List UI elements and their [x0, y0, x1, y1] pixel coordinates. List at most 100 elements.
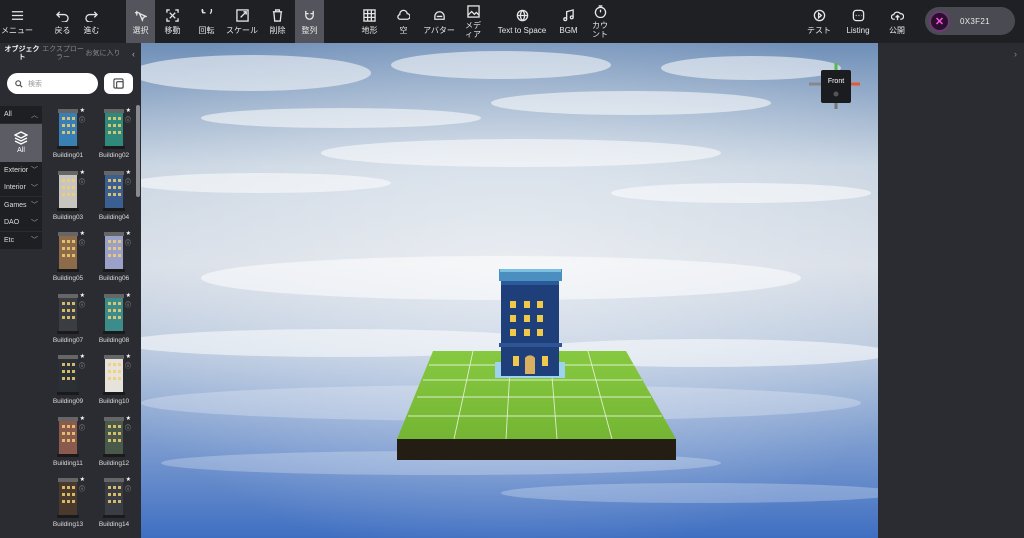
- object-item[interactable]: ★ ⓘ Building04: [91, 167, 137, 229]
- building-thumbnail: [57, 109, 79, 149]
- object-list-scrollbar[interactable]: [136, 105, 140, 197]
- select-tool-button[interactable]: 選択: [126, 0, 155, 43]
- object-item[interactable]: ★ ⓘ Building05: [45, 228, 91, 290]
- favorite-star-icon[interactable]: ★: [80, 169, 85, 176]
- object-item[interactable]: ★ ⓘ Building01: [45, 105, 91, 167]
- object-item[interactable]: ★ ⓘ Building13: [45, 474, 91, 536]
- info-icon[interactable]: ⓘ: [125, 484, 131, 493]
- category-etc[interactable]: Etc ﹀: [0, 231, 42, 249]
- building-thumbnail: [103, 478, 125, 518]
- object-grid: ★ ⓘ Building01 ★ ⓘ Building02 ★ ⓘ Building03 ★ ⓘ Bu…: [45, 105, 137, 535]
- object-item[interactable]: ★ ⓘ Building09: [45, 351, 91, 413]
- favorite-star-icon[interactable]: ★: [80, 107, 85, 114]
- object-item[interactable]: ★ ⓘ Building02: [91, 105, 137, 167]
- test-label: テスト: [807, 25, 831, 35]
- wallet-avatar-icon: ✕: [929, 10, 950, 32]
- expand-panel-icon[interactable]: ›: [1014, 49, 1017, 59]
- category-all-selected[interactable]: All: [0, 123, 42, 162]
- redo-label: 進む: [83, 25, 100, 35]
- favorite-star-icon[interactable]: ★: [80, 476, 85, 483]
- object-item[interactable]: ★ ⓘ Building14: [91, 474, 137, 536]
- info-icon[interactable]: ⓘ: [79, 423, 85, 432]
- object-item-name: Building05: [52, 275, 84, 282]
- cursor-icon: [134, 9, 148, 23]
- terrain-label: 地形: [361, 25, 378, 35]
- wallet-button[interactable]: ✕ 0X3F21: [925, 7, 1015, 35]
- tab-favorites[interactable]: お気に入り: [84, 50, 122, 58]
- favorite-star-icon[interactable]: ★: [126, 353, 131, 360]
- info-icon[interactable]: ⓘ: [125, 300, 131, 309]
- chevron-down-icon: ﹀: [31, 219, 38, 227]
- building-thumbnail: [103, 355, 125, 395]
- building-thumbnail: [57, 293, 79, 334]
- info-icon[interactable]: ⓘ: [125, 423, 131, 432]
- info-icon[interactable]: ⓘ: [79, 361, 85, 370]
- info-icon[interactable]: ⓘ: [79, 177, 85, 186]
- terrain-button[interactable]: 地形: [355, 0, 384, 43]
- image-icon: [466, 4, 480, 18]
- move-tool-button[interactable]: 移動: [158, 0, 187, 43]
- tab-objects[interactable]: オブジェクト: [2, 46, 42, 62]
- info-icon[interactable]: ⓘ: [125, 115, 131, 124]
- search-icon: [15, 79, 23, 88]
- favorite-star-icon[interactable]: ★: [80, 292, 85, 299]
- avatar-label: アバター: [423, 25, 455, 35]
- align-tool-button[interactable]: 整列: [295, 0, 324, 43]
- info-icon[interactable]: ⓘ: [79, 115, 85, 124]
- category-interior[interactable]: Interior ﹀: [0, 179, 42, 196]
- object-item[interactable]: ★ ⓘ Building08: [91, 290, 137, 352]
- collapse-panel-icon[interactable]: ‹: [132, 49, 135, 59]
- object-item[interactable]: ★ ⓘ Building11: [45, 413, 91, 475]
- info-icon[interactable]: ⓘ: [125, 177, 131, 186]
- category-exterior[interactable]: Exterior ﹀: [0, 161, 42, 179]
- redo-button[interactable]: 進む: [77, 0, 106, 43]
- scene-canvas[interactable]: Front: [141, 43, 878, 538]
- text-to-space-button[interactable]: Text to Space: [494, 0, 550, 43]
- object-item[interactable]: ★ ⓘ Building12: [91, 413, 137, 475]
- menu-button[interactable]: メニュー: [0, 0, 34, 43]
- rotate-label: 回転: [198, 25, 215, 35]
- scale-tool-button[interactable]: スケール: [224, 0, 260, 43]
- publish-button[interactable]: 公開: [884, 0, 910, 43]
- info-icon[interactable]: ⓘ: [79, 300, 85, 309]
- favorite-star-icon[interactable]: ★: [126, 292, 131, 299]
- listing-button[interactable]: Listing: [843, 0, 873, 43]
- rotate-tool-button[interactable]: 回転: [192, 0, 221, 43]
- sky-button[interactable]: 空: [389, 0, 418, 43]
- test-button[interactable]: テスト: [806, 0, 832, 43]
- favorite-star-icon[interactable]: ★: [126, 169, 131, 176]
- object-item[interactable]: ★ ⓘ Building06: [91, 228, 137, 290]
- info-icon[interactable]: ⓘ: [79, 484, 85, 493]
- favorite-star-icon[interactable]: ★: [80, 353, 85, 360]
- object-item[interactable]: ★ ⓘ Building07: [45, 290, 91, 352]
- selected-building[interactable]: [495, 269, 565, 378]
- favorite-star-icon[interactable]: ★: [126, 230, 131, 237]
- delete-tool-button[interactable]: 削除: [263, 0, 292, 43]
- category-dropdown-all[interactable]: All ︿: [0, 106, 42, 123]
- favorite-star-icon[interactable]: ★: [126, 107, 131, 114]
- view-toggle-button[interactable]: [104, 73, 133, 94]
- info-icon[interactable]: ⓘ: [125, 238, 131, 247]
- favorite-star-icon[interactable]: ★: [80, 230, 85, 237]
- countdown-button[interactable]: カウント: [587, 0, 613, 43]
- grid-view-icon: [113, 78, 124, 89]
- favorite-star-icon[interactable]: ★: [126, 415, 131, 422]
- info-icon[interactable]: ⓘ: [125, 361, 131, 370]
- object-item-name: Building08: [98, 336, 130, 344]
- category-dao[interactable]: DAO ﹀: [0, 214, 42, 231]
- object-item[interactable]: ★ ⓘ Building10: [91, 351, 137, 413]
- undo-button[interactable]: 戻る: [48, 0, 77, 43]
- info-icon[interactable]: ⓘ: [79, 238, 85, 247]
- tab-explorer[interactable]: エクスプローラー: [42, 46, 84, 62]
- category-games[interactable]: Games ﹀: [0, 196, 42, 214]
- magnet-icon: [303, 9, 317, 23]
- search-input[interactable]: 検索: [7, 73, 98, 94]
- favorite-star-icon[interactable]: ★: [80, 415, 85, 422]
- undo-label: 戻る: [54, 25, 71, 35]
- media-button[interactable]: メディア: [460, 0, 486, 43]
- bgm-button[interactable]: BGM: [554, 0, 583, 43]
- object-item[interactable]: ★ ⓘ Building03: [45, 167, 91, 229]
- favorite-star-icon[interactable]: ★: [126, 476, 131, 483]
- avatar-button[interactable]: アバター: [420, 0, 458, 43]
- scene-viewport[interactable]: Front: [141, 43, 878, 538]
